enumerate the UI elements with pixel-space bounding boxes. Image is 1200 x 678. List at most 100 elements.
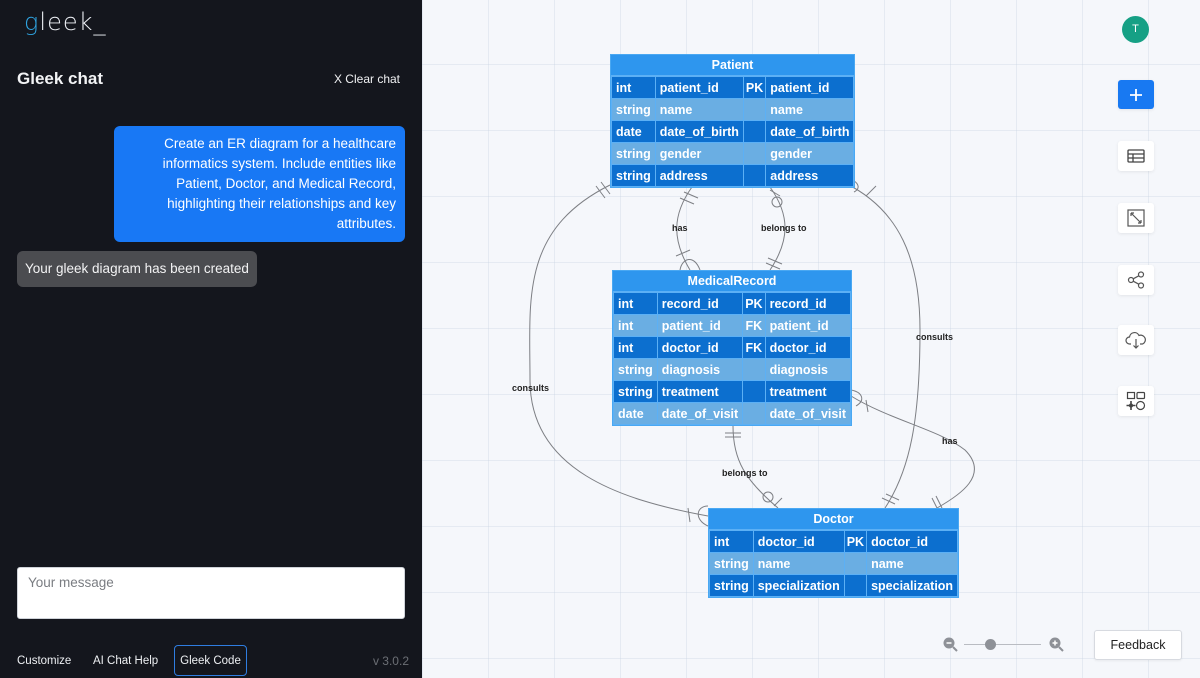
attr-alias: gender [765,142,855,165]
entity-row[interactable]: string treatment treatment [613,380,852,403]
attr-key [742,164,767,187]
attr-alias: date_of_birth [765,120,855,143]
entity-row[interactable]: int patient_id PK patient_id [611,76,855,99]
plus-icon [1130,88,1142,101]
rel-label-consults: consults [512,383,550,393]
entity-row[interactable]: date date_of_visit date_of_visit [613,402,852,425]
attr-name: doctor_id [656,336,744,359]
add-button[interactable] [1118,80,1154,109]
attr-type: int [709,530,754,553]
attr-name: gender [654,142,744,165]
gleek-logo: gleek_ [24,8,107,36]
attr-name: date_of_birth [654,120,744,143]
attr-type: string [611,164,656,187]
attr-type: string [709,574,754,597]
attr-alias: date_of_visit [764,402,852,425]
attr-key: PK [742,292,766,315]
entity-row[interactable]: int doctor_id PK doctor_id [709,530,959,553]
attr-name: patient_id [656,314,744,337]
attr-key [742,358,766,381]
fit-view-button[interactable] [1118,203,1154,233]
attr-type: int [611,76,656,99]
attr-name: record_id [656,292,744,315]
table-view-button[interactable] [1118,141,1154,171]
attr-name: date_of_visit [656,402,744,425]
attr-type: string [613,380,658,403]
attr-name: name [752,552,845,575]
share-icon [1127,271,1145,289]
logo-rest: leek_ [39,8,107,36]
attr-type: date [611,120,656,143]
attr-name: treatment [656,380,744,403]
rel-label-has: has [942,436,958,446]
attr-key [742,380,766,403]
attr-alias: specialization [866,574,959,597]
entity-row[interactable]: string name name [611,98,855,121]
attr-name: doctor_id [752,530,845,553]
attr-key [742,402,766,425]
user-message: Create an ER diagram for a healthcare in… [114,126,405,242]
attr-type: date [613,402,658,425]
entity-row[interactable]: string gender gender [611,142,855,165]
clear-chat-button[interactable]: X Clear chat [334,72,400,86]
cloud-download-icon [1125,332,1146,349]
entity-row[interactable]: int record_id PK record_id [613,292,852,315]
attr-alias: treatment [764,380,852,403]
entity-row[interactable]: date date_of_birth date_of_birth [611,120,855,143]
entity-row[interactable]: string name name [709,552,959,575]
entity-row[interactable]: string address address [611,164,855,187]
attr-alias: name [866,552,959,575]
entity-medicalrecord[interactable]: MedicalRecord int record_id PK record_id int p… [612,270,852,426]
rel-label-has: has [672,223,688,233]
feedback-button[interactable]: Feedback [1094,630,1182,660]
zoom-slider-thumb[interactable] [985,639,997,650]
entity-row[interactable]: string specialization specialization [709,574,959,597]
entity-title: Doctor [709,509,958,530]
attr-alias: diagnosis [764,358,852,381]
attr-key [843,574,868,597]
customize-button[interactable]: Customize [17,645,71,676]
attr-alias: record_id [764,292,852,315]
entity-patient[interactable]: Patient int patient_id PK patient_id string na… [610,54,855,188]
version-label: v 3.0.2 [372,654,409,668]
gleek-code-button[interactable]: Gleek Code [174,645,247,676]
share-button[interactable] [1118,265,1154,295]
rel-label-belongs-to: belongs to [761,223,807,233]
attr-key [843,552,868,575]
attr-alias: name [765,98,855,121]
message-input[interactable] [17,567,405,619]
entity-row[interactable]: int patient_id FK patient_id [613,314,852,337]
zoom-in-icon[interactable] [1048,636,1064,652]
attr-name: diagnosis [656,358,744,381]
entity-row[interactable]: string diagnosis diagnosis [613,358,852,381]
zoom-control [940,634,1066,654]
attr-type: string [613,358,658,381]
chat-title: Gleek chat [17,69,103,88]
entity-row[interactable]: int doctor_id FK doctor_id [613,336,852,359]
ai-chat-help-button[interactable]: AI Chat Help [93,645,158,676]
attr-alias: patient_id [765,76,855,99]
shapes-button[interactable] [1118,386,1154,416]
download-button[interactable] [1118,325,1154,355]
attr-alias: address [765,164,855,187]
entity-attributes: int doctor_id PK doctor_id string name name str… [709,530,959,597]
attr-key [742,142,767,165]
zoom-slider-track[interactable] [964,644,1041,645]
attr-alias: doctor_id [764,336,852,359]
entity-title: Patient [611,55,854,76]
attr-type: int [613,336,658,359]
attr-type: int [613,314,658,337]
attr-alias: doctor_id [866,530,959,553]
entity-doctor[interactable]: Doctor int doctor_id PK doctor_id string name n… [708,508,959,598]
entity-title: MedicalRecord [613,271,851,292]
attr-key: PK [742,76,767,99]
attr-key: PK [843,530,868,553]
shapes-icon [1126,391,1146,411]
attr-key: FK [742,314,766,337]
expand-icon [1127,209,1145,227]
user-avatar[interactable]: T [1122,16,1149,43]
attr-type: string [611,142,656,165]
attr-key: FK [742,336,766,359]
attr-name: specialization [752,574,845,597]
zoom-out-icon[interactable] [942,636,958,652]
